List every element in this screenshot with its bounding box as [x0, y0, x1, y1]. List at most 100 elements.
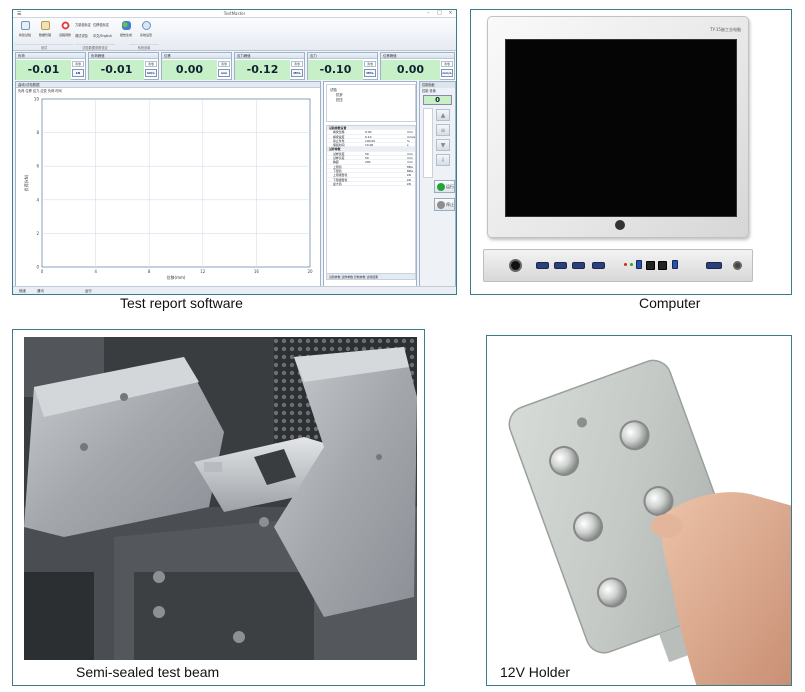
y-tick-label: 0 — [36, 265, 39, 270]
industrial-monitor: TY-15嵌工业电脑 — [487, 16, 749, 238]
test-tree[interactable]: 试验 抗折 抗压 — [326, 84, 416, 122]
meter-force-zero-button[interactable]: 清零 — [72, 61, 84, 67]
meter-force-unit[interactable]: kN — [72, 69, 84, 77]
meter-stress-zero-button[interactable]: 清零 — [364, 61, 376, 67]
ribbon-group-test: 测试 — [15, 44, 73, 50]
meter-displacement-zero-button[interactable]: 清零 — [218, 61, 230, 67]
settings-button[interactable]: 系统设置 — [137, 21, 155, 43]
meter-force: 负荷 -0.01 清零 kN — [15, 52, 86, 80]
ribbon-group-params: 试验数据参数设定 — [75, 44, 115, 50]
property-name: 最大值 — [333, 181, 342, 186]
remote-adjust-button[interactable]: 远程调整 — [56, 21, 74, 43]
meter-force-value: -0.01 — [16, 60, 71, 80]
displacement-calibration-item[interactable]: 位移值标定 — [93, 22, 109, 27]
jog-fast-down-button[interactable]: ⇩ — [436, 154, 450, 166]
new-test-button[interactable]: 新建试验 — [16, 21, 34, 43]
parameter-panel: 试验 抗折 抗压 试验参数设置 横梁位移 0.00 mm 横梁速度 0.10 mm/s 停止条… — [323, 81, 417, 287]
close-icon[interactable]: × — [448, 11, 453, 16]
load-displacement-chart[interactable]: 0 4 8 12 16 20 0 2 4 6 8 10 位移(mm) 负荷(kN) — [20, 95, 318, 284]
meter-stress-unit[interactable]: MPa — [364, 69, 376, 77]
serial-port-icon — [536, 262, 549, 269]
power-jack-icon — [509, 259, 522, 272]
new-document-icon — [20, 21, 30, 30]
meter-displacement-peak-value: 0.00 — [381, 60, 440, 80]
vga-port-icon — [706, 262, 722, 269]
folder-icon — [40, 21, 50, 30]
usb-port-icon — [672, 260, 678, 269]
stop-button[interactable]: 停止 — [434, 198, 455, 211]
meter-stress: 应力 -0.10 清零 MPa — [307, 52, 378, 80]
ribbon-group-system: 系统设置 — [129, 44, 159, 50]
control-list[interactable] — [423, 108, 433, 178]
force-calibration-item[interactable]: 力量值标定 — [75, 22, 91, 27]
chart-panel: 曲线/试验数据 负荷-位移 应力-应变 负荷-时间 0 4 8 12 16 20 0 2 4 6 8… — [15, 81, 321, 287]
window-titlebar: ☰ TestMaster – □ × — [13, 10, 456, 18]
maximize-icon[interactable]: □ — [437, 11, 442, 16]
x-tick-label: 8 — [148, 269, 151, 274]
minimize-icon[interactable]: – — [426, 11, 431, 16]
meter-force-peak: 负荷峰值 -0.01 清零 kN/s — [88, 52, 159, 80]
control-sidebar: 控制面板 控制 设置 0 ▲ ≡ ▼ ⇩ 运行 停止 — [419, 81, 456, 287]
meter-force-peak-value: -0.01 — [89, 60, 144, 80]
meter-displacement-peak-zero-button[interactable]: 清零 — [441, 61, 453, 67]
property-tabs[interactable]: 试验参数 试样参数 控制参数 试验结果 — [327, 273, 415, 279]
meter-stress-peak: 应力峰值 -0.12 清零 MPa — [234, 52, 305, 80]
lifebuoy-icon — [60, 21, 70, 30]
meter-force-peak-zero-button[interactable]: 清零 — [145, 61, 157, 67]
ethernet-port-icon — [658, 261, 667, 270]
brand-logo-icon — [615, 220, 625, 230]
data-manage-button[interactable]: 数据管理 — [36, 21, 54, 43]
x-tick-label: 20 — [307, 269, 313, 274]
serial-port-icon — [554, 262, 567, 269]
jog-up-button[interactable]: ▲ — [436, 109, 450, 121]
meter-displacement-unit[interactable]: mm — [218, 69, 230, 77]
y-tick-label: 4 — [36, 197, 39, 202]
control-zero-display: 0 — [423, 95, 452, 105]
plot-area — [41, 98, 311, 268]
caption-beam: Semi-sealed test beam — [76, 664, 220, 680]
play-icon — [437, 183, 445, 191]
jog-stop-button[interactable]: ≡ — [436, 124, 450, 136]
control-sidebar-tabs[interactable]: 控制 设置 — [420, 88, 455, 94]
x-tick-label: 12 — [200, 269, 206, 274]
meter-force-peak-unit[interactable]: kN/s — [145, 69, 157, 77]
holder-photo — [487, 336, 791, 685]
caption-holder: 12V Holder — [500, 664, 571, 680]
x-tick-label: 16 — [254, 269, 260, 274]
test-beam-photo — [24, 337, 417, 660]
software-window: ☰ TestMaster – □ × 新建试验 数据管理 远程调整 力量值标定 — [13, 10, 456, 294]
tree-node-child-2[interactable]: 抗压 — [336, 97, 343, 102]
jog-down-button[interactable]: ▼ — [436, 139, 450, 151]
chart-tabs[interactable]: 负荷-位移 应力-应变 负荷-时间 — [16, 88, 320, 94]
y-tick-label: 6 — [36, 164, 39, 169]
meter-stress-value: -0.10 — [308, 60, 363, 80]
x-tick-label: 0 — [41, 269, 44, 274]
led-red-icon — [624, 263, 627, 266]
meter-bar: 负荷 -0.01 清零 kN 负荷峰值 -0.01 清零 kN/s 位移 0.0… — [13, 52, 456, 80]
meter-displacement-peak-unit[interactable]: mm/s — [441, 69, 453, 77]
debug-test-item[interactable]: 调试试验 — [75, 33, 88, 38]
y-tick-label: 8 — [36, 130, 39, 135]
ethernet-port-icon — [646, 261, 655, 270]
report-button[interactable]: 报告生成 — [117, 21, 135, 43]
meter-stress-peak-zero-button[interactable]: 清零 — [291, 61, 303, 67]
computer-panel: TY-15嵌工业电脑 — [470, 9, 792, 295]
report-icon — [121, 21, 131, 30]
property-unit: kN — [407, 181, 411, 186]
run-button[interactable]: 运行 — [434, 180, 455, 193]
language-toggle-item[interactable]: 中文/English — [93, 33, 112, 38]
test-beam-panel — [12, 329, 425, 686]
caption-computer: Computer — [639, 295, 701, 311]
dc-jack-icon — [733, 261, 742, 270]
io-port-panel — [483, 249, 753, 282]
meter-stress-peak-value: -0.12 — [235, 60, 290, 80]
status-bar: 就绪 通讯 运行 — [13, 286, 456, 294]
meter-stress-peak-unit[interactable]: MPa — [291, 69, 303, 77]
ribbon-toolbar: 新建试验 数据管理 远程调整 力量值标定 位移值标定 调试试验 中文/Engli… — [13, 18, 456, 51]
usb-port-icon — [636, 260, 642, 269]
property-grid: 试验参数设置 横梁位移 0.00 mm 横梁速度 0.10 mm/s 停止条件 100.00% 保… — [326, 125, 416, 280]
property-row[interactable]: 最大值 kN — [327, 181, 415, 187]
meter-displacement-value: 0.00 — [162, 60, 217, 80]
serial-port-icon — [572, 262, 585, 269]
x-tick-label: 4 — [94, 269, 97, 274]
